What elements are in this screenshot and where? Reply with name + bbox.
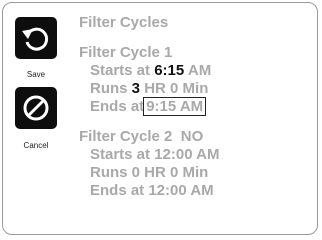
page-title: Filter Cycles: [79, 14, 169, 31]
undo-arrow-icon: [22, 27, 49, 51]
cancel-label: Cancel: [23, 141, 49, 150]
cycle1-ends-label: Ends at: [90, 98, 145, 115]
cycle1-start-time[interactable]: 6:15: [154, 62, 184, 79]
no-entry-icon: [23, 95, 49, 121]
filter-cycle-2-heading: Filter Cycle 2: [79, 128, 173, 145]
cycle1-run-hours[interactable]: 3: [132, 80, 140, 97]
filter-cycle-2-row: Filter Cycle 2 NO: [79, 128, 203, 146]
cycle1-starts-label: Starts at: [90, 62, 151, 79]
cycle1-end-time-field[interactable]: 9:15 AM: [143, 97, 207, 116]
cancel-button[interactable]: [15, 87, 57, 129]
cycle1-ends-row: Ends at 9:15 AM: [90, 97, 207, 116]
save-button[interactable]: [15, 17, 57, 59]
cycle2-runs[interactable]: Runs 0 HR 0 Min: [90, 164, 208, 182]
save-label: Save: [26, 70, 46, 79]
cycle1-runs-row: Runs 3 HR 0 Min: [90, 80, 208, 98]
cycle2-starts[interactable]: Starts at 12:00 AM: [90, 146, 220, 164]
cycle1-start-ampm[interactable]: AM: [188, 62, 211, 79]
cycle1-runs-label: Runs: [90, 80, 128, 97]
cycle1-starts-row: Starts at 6:15 AM: [90, 62, 211, 80]
filter-cycle-1-heading: Filter Cycle 1: [79, 44, 173, 61]
cycle1-runs-suffix[interactable]: HR 0 Min: [144, 80, 208, 97]
cycle2-ends[interactable]: Ends at 12:00 AM: [90, 182, 214, 200]
cycle2-status-toggle[interactable]: NO: [181, 128, 204, 145]
